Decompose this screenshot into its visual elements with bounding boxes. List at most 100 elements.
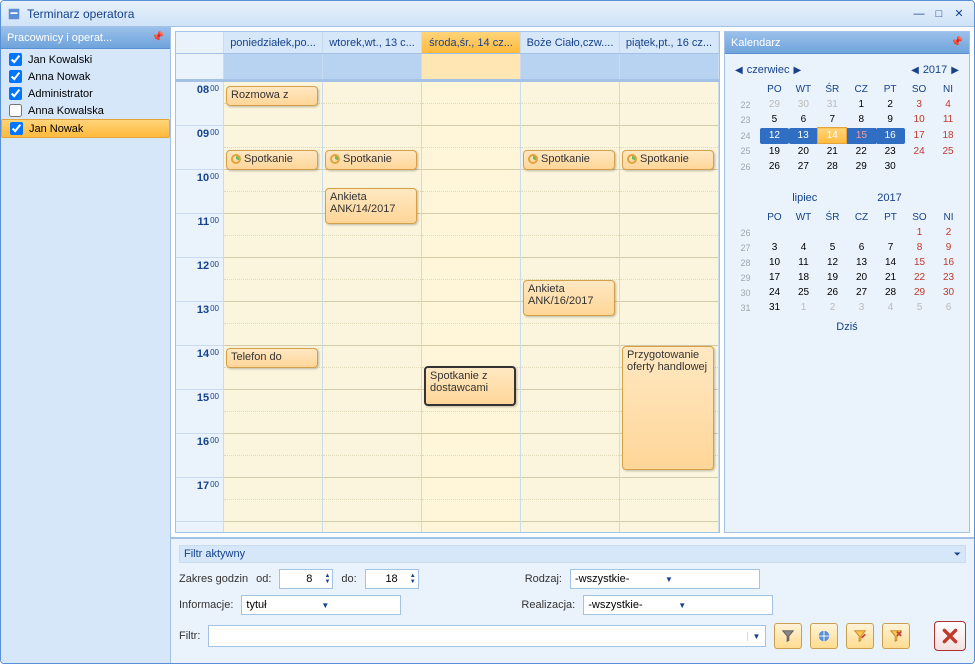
employee-item[interactable]: Administrator bbox=[1, 85, 170, 102]
info-combo[interactable]: tytuł▼ bbox=[241, 595, 401, 615]
cal-day[interactable]: 23 bbox=[934, 270, 963, 285]
calendar-event[interactable]: Spotkanie bbox=[325, 150, 417, 170]
cal-day[interactable]: 16 bbox=[934, 255, 963, 270]
cal-day[interactable]: 26 bbox=[818, 285, 847, 300]
cal-day[interactable]: 8 bbox=[905, 240, 934, 255]
day-column[interactable]: Spotkanie z dostawcami bbox=[422, 82, 521, 532]
cal-day[interactable]: 17 bbox=[760, 270, 789, 285]
cal-day[interactable]: 3 bbox=[760, 240, 789, 255]
calendar-event[interactable]: Telefon do bbox=[226, 348, 318, 368]
filter-clear-button[interactable] bbox=[882, 623, 910, 649]
cal-day[interactable]: 17 bbox=[905, 128, 934, 144]
cal-day[interactable]: 30 bbox=[876, 159, 905, 174]
allday-cell[interactable] bbox=[620, 54, 719, 79]
hour-to-input[interactable]: ▲▼ bbox=[365, 569, 419, 589]
cal-day[interactable]: 31 bbox=[760, 300, 789, 315]
cal-day[interactable]: 27 bbox=[789, 159, 818, 174]
kind-combo[interactable]: -wszystkie-▼ bbox=[570, 569, 760, 589]
allday-cell[interactable] bbox=[224, 54, 323, 79]
employee-item[interactable]: Anna Nowak bbox=[1, 68, 170, 85]
cal-day[interactable]: 5 bbox=[818, 240, 847, 255]
cal-day[interactable]: 28 bbox=[876, 285, 905, 300]
cal-day[interactable]: 22 bbox=[905, 270, 934, 285]
maximize-button[interactable]: □ bbox=[930, 7, 948, 21]
employee-checkbox[interactable] bbox=[9, 104, 22, 117]
employee-item[interactable]: Anna Kowalska bbox=[1, 102, 170, 119]
today-link[interactable]: Dziś bbox=[731, 321, 963, 333]
employee-item[interactable]: Jan Nowak bbox=[1, 119, 170, 138]
cal-day[interactable]: 13 bbox=[847, 255, 876, 270]
cal-day[interactable]: 11 bbox=[789, 255, 818, 270]
pin-icon[interactable]: 📌 bbox=[951, 37, 963, 48]
cal-day[interactable]: 8 bbox=[847, 112, 876, 128]
cal-day[interactable]: 27 bbox=[847, 285, 876, 300]
cal-day[interactable]: 5 bbox=[760, 112, 789, 128]
cal-day[interactable]: 11 bbox=[934, 112, 963, 128]
employee-item[interactable]: Jan Kowalski bbox=[1, 51, 170, 68]
day-header[interactable]: środa,śr., 14 cz... bbox=[422, 32, 521, 53]
next-month-button[interactable]: ▶ bbox=[790, 65, 806, 76]
cal-day[interactable]: 23 bbox=[876, 144, 905, 160]
cal-day[interactable]: 24 bbox=[905, 144, 934, 160]
cal-day[interactable]: 9 bbox=[876, 112, 905, 128]
cal-day[interactable]: 4 bbox=[934, 97, 963, 112]
collapse-icon[interactable]: ⏷ bbox=[954, 549, 961, 560]
filter-globe-button[interactable] bbox=[810, 623, 838, 649]
cal-day[interactable]: 9 bbox=[934, 240, 963, 255]
cal-day[interactable]: 21 bbox=[818, 144, 847, 160]
calendar-event[interactable]: Spotkanie z dostawcami bbox=[424, 366, 516, 406]
day-column[interactable]: SpotkaniePrzygotowanie oferty handlowej bbox=[620, 82, 719, 532]
cal-day[interactable]: 15 bbox=[905, 255, 934, 270]
prev-year-button[interactable]: ◀ bbox=[907, 65, 923, 76]
filter-edit-button[interactable] bbox=[846, 623, 874, 649]
cal-day[interactable]: 22 bbox=[847, 144, 876, 160]
month-name[interactable]: czerwiec bbox=[747, 64, 790, 76]
cal-day[interactable]: 29 bbox=[847, 159, 876, 174]
cal-day[interactable]: 20 bbox=[789, 144, 818, 160]
cal-day[interactable]: 25 bbox=[789, 285, 818, 300]
cal-day[interactable]: 15 bbox=[847, 128, 876, 144]
close-window-button[interactable]: ✕ bbox=[950, 7, 968, 21]
cal-day[interactable]: 7 bbox=[818, 112, 847, 128]
day-column[interactable]: Rozmowa z Spotkanie Telefon do bbox=[224, 82, 323, 532]
cal-day[interactable]: 28 bbox=[818, 159, 847, 174]
pin-icon[interactable]: 📌 bbox=[152, 32, 164, 43]
cal-day[interactable]: 14 bbox=[876, 255, 905, 270]
filter-header[interactable]: Filtr aktywny ⏷ bbox=[179, 545, 966, 563]
employee-checkbox[interactable] bbox=[10, 122, 23, 135]
calendar-event[interactable]: Rozmowa z bbox=[226, 86, 318, 106]
calendar-event[interactable]: Spotkanie bbox=[523, 150, 615, 170]
day-column[interactable]: Spotkanie Ankieta ANK/14/2017 bbox=[323, 82, 422, 532]
close-button[interactable] bbox=[934, 621, 966, 651]
day-header[interactable]: poniedziałek,po... bbox=[224, 32, 323, 53]
cal-day[interactable]: 18 bbox=[789, 270, 818, 285]
next-year-button[interactable]: ▶ bbox=[947, 65, 963, 76]
realization-combo[interactable]: -wszystkie-▼ bbox=[583, 595, 773, 615]
cal-day[interactable]: 2 bbox=[876, 97, 905, 112]
cal-day[interactable]: 26 bbox=[760, 159, 789, 174]
filter-apply-button[interactable] bbox=[774, 623, 802, 649]
cal-day[interactable]: 10 bbox=[760, 255, 789, 270]
allday-cell[interactable] bbox=[521, 54, 620, 79]
cal-day[interactable]: 25 bbox=[934, 144, 963, 160]
prev-month-button[interactable]: ◀ bbox=[731, 65, 747, 76]
calendar-event[interactable]: Ankieta ANK/14/2017 bbox=[325, 188, 417, 224]
cal-day[interactable]: 6 bbox=[847, 240, 876, 255]
employee-checkbox[interactable] bbox=[9, 87, 22, 100]
hour-from-input[interactable]: ▲▼ bbox=[279, 569, 333, 589]
cal-day[interactable]: 12 bbox=[818, 255, 847, 270]
calendar-event[interactable]: Spotkanie bbox=[226, 150, 318, 170]
cal-day[interactable]: 30 bbox=[934, 285, 963, 300]
cal-day[interactable]: 19 bbox=[818, 270, 847, 285]
cal-day[interactable]: 19 bbox=[760, 144, 789, 160]
calendar-event[interactable]: Ankieta ANK/16/2017 bbox=[523, 280, 615, 316]
day-column[interactable]: Spotkanie Ankieta ANK/16/2017 bbox=[521, 82, 620, 532]
day-header[interactable]: wtorek,wt., 13 c... bbox=[323, 32, 422, 53]
day-header[interactable]: Boże Ciało,czw.... bbox=[521, 32, 620, 53]
cal-day[interactable]: 2 bbox=[934, 225, 963, 240]
cal-day[interactable]: 10 bbox=[905, 112, 934, 128]
filter-text-input[interactable]: ▼ bbox=[208, 625, 766, 647]
cal-day[interactable]: 18 bbox=[934, 128, 963, 144]
cal-day[interactable]: 20 bbox=[847, 270, 876, 285]
cal-day[interactable]: 16 bbox=[876, 128, 905, 144]
